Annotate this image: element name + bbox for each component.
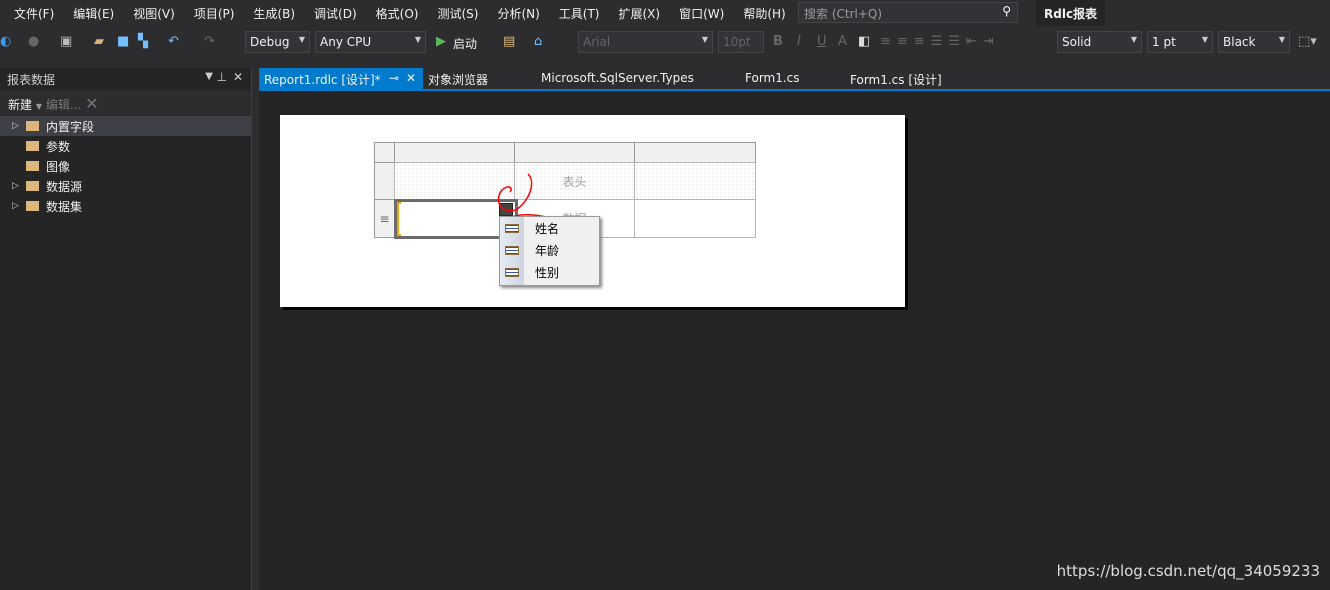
new-project-icon[interactable]: ▣ [60, 34, 72, 49]
save-all-icon[interactable]: ▚ [138, 34, 148, 49]
selection-marker [397, 202, 401, 236]
tab-report1-design[interactable]: Report1.rdlc [设计]* ⊸ ✕ [259, 68, 423, 89]
folder-icon [26, 121, 39, 131]
tree-label: 内置字段 [46, 119, 95, 134]
font-size-select[interactable]: 10pt [718, 31, 764, 53]
menu-project[interactable]: 项目(P) [194, 5, 235, 22]
underline-icon[interactable]: U [817, 34, 827, 49]
pin-icon[interactable]: ⊸ [389, 71, 399, 85]
tab-form1-design[interactable]: Form1.cs [设计] [845, 68, 947, 89]
menu-analyze[interactable]: 分析(N) [497, 5, 539, 22]
field-menu: 姓名 年龄 性别 [499, 216, 600, 286]
tree-item-datasets[interactable]: ▷ 数据集 [0, 196, 251, 216]
watermark: https://blog.csdn.net/qq_34059233 [1056, 562, 1320, 580]
folder-icon [26, 141, 39, 151]
tab-object-browser[interactable]: 对象浏览器 [423, 68, 493, 89]
close-tab-icon[interactable]: ✕ [406, 71, 416, 85]
app-title: Rdlc报表 [1036, 0, 1106, 26]
border-style-select[interactable]: Solid ▼ [1057, 31, 1142, 53]
table-cell[interactable] [634, 162, 756, 200]
menu-format[interactable]: 格式(O) [376, 5, 419, 22]
tree-item-data-sources[interactable]: ▷ 数据源 [0, 176, 251, 196]
menu-file[interactable]: 文件(F) [14, 5, 54, 22]
field-icon [505, 223, 519, 233]
font-select[interactable]: Arial ▼ [578, 31, 713, 53]
undo-icon[interactable]: ↶ [168, 34, 179, 49]
field-icon [505, 267, 519, 277]
panel-title: 报表数据 [7, 73, 56, 87]
expand-icon[interactable]: ▷ [12, 121, 26, 131]
config-select[interactable]: Debug ▼ [245, 31, 310, 53]
tab-form1-cs[interactable]: Form1.cs [740, 68, 805, 89]
column-handle[interactable] [514, 142, 635, 163]
save-icon[interactable]: ■ [117, 34, 129, 49]
column-handle[interactable] [634, 142, 756, 163]
report-icon[interactable]: ⌂ [534, 34, 542, 49]
start-button[interactable]: 启动 [453, 35, 477, 52]
italic-icon[interactable]: I [797, 34, 801, 49]
tree-view: ▷ 内置字段 参数 图像 ▷ 数据源 ▷ 数据集 [0, 116, 251, 216]
tab-sqlserver-types[interactable]: Microsoft.SqlServer.Types [536, 68, 699, 89]
tree-label: 数据集 [46, 199, 83, 214]
new-button[interactable]: 新建 [8, 98, 32, 112]
field-menu-item-gender[interactable]: 性别 [500, 261, 599, 283]
pin-icon[interactable]: ⊥ [217, 70, 227, 84]
menu-debug[interactable]: 调试(D) [314, 5, 357, 22]
menu-build[interactable]: 生成(B) [253, 5, 295, 22]
panel-header: 报表数据 ▼ ⊥ ✕ [0, 68, 251, 90]
folder-icon [26, 161, 39, 171]
tree-item-images[interactable]: 图像 [0, 156, 251, 176]
menu-view[interactable]: 视图(V) [133, 5, 175, 22]
align-icons[interactable]: ≡≡≡☰☰⇤⇥ [880, 34, 1000, 49]
menu-bar: 文件(F) 编辑(E) 视图(V) 项目(P) 生成(B) 调试(D) 格式(O… [0, 0, 1330, 26]
find-icon[interactable]: ▤ [503, 34, 515, 49]
border-color-select[interactable]: Black ▼ [1218, 31, 1290, 53]
menu-help[interactable]: 帮助(H) [743, 5, 785, 22]
close-icon[interactable]: ✕ [233, 70, 243, 84]
table-cell[interactable] [634, 199, 756, 238]
menu-edit[interactable]: 编辑(E) [73, 5, 114, 22]
open-icon[interactable]: ▰ [94, 34, 104, 49]
document-tabs: Report1.rdlc [设计]* ⊸ ✕ 对象浏览器 Microsoft.Sql… [259, 68, 1330, 90]
menu-test[interactable]: 测试(S) [437, 5, 478, 22]
tree-item-parameters[interactable]: 参数 [0, 136, 251, 156]
dropdown-icon[interactable]: ▼ [205, 71, 213, 82]
folder-icon [26, 181, 39, 191]
folder-icon [26, 201, 39, 211]
expand-icon[interactable]: ▷ [12, 201, 26, 211]
panel-toolbar: 新建 ▼ 编辑... ✕ [0, 90, 251, 116]
font-color-icon[interactable]: A [838, 34, 847, 49]
field-menu-item-age[interactable]: 年龄 [500, 239, 599, 261]
fill-icon[interactable]: ◧ [858, 34, 870, 49]
menu-extensions[interactable]: 扩展(X) [618, 5, 660, 22]
delete-icon[interactable]: ✕ [85, 94, 98, 113]
edit-button[interactable]: 编辑... [46, 98, 81, 112]
redo-icon[interactable]: ↷ [204, 34, 215, 49]
tree-label: 数据源 [46, 179, 83, 194]
menu-tools[interactable]: 工具(T) [559, 5, 600, 22]
platform-select[interactable]: Any CPU ▼ [315, 31, 426, 53]
tree-label: 图像 [46, 159, 71, 174]
bold-icon[interactable]: B [773, 34, 783, 49]
column-handle[interactable] [394, 142, 515, 163]
toolbar: ◐ ● ▣ ▰ ■ ▚ ↶ ↷ Debug ▼ Any CPU ▼ ▶ 启动 ▤ ⌂… [0, 28, 1330, 56]
table-corner-handle[interactable] [374, 142, 395, 163]
row-handle[interactable] [374, 162, 395, 200]
field-icon [505, 245, 519, 255]
back-icon[interactable]: ◐ [0, 34, 11, 49]
field-menu-item-name[interactable]: 姓名 [500, 217, 599, 239]
border-width-select[interactable]: 1 pt ▼ [1147, 31, 1213, 53]
tree-label: 参数 [46, 139, 71, 154]
borders-icon[interactable]: ⬚▾ [1298, 34, 1317, 49]
start-icon[interactable]: ▶ [436, 34, 446, 49]
forward-icon[interactable]: ● [28, 34, 39, 49]
row-handle-details[interactable]: ≡ [374, 199, 395, 238]
expand-icon[interactable]: ▷ [12, 181, 26, 191]
tree-item-builtin-fields[interactable]: ▷ 内置字段 [0, 116, 251, 136]
report-data-panel: 报表数据 ▼ ⊥ ✕ 新建 ▼ 编辑... ✕ ▷ 内置字段 参数 图像 ▷ 数据源… [0, 68, 252, 590]
menu-window[interactable]: 窗口(W) [679, 5, 724, 22]
search-icon: ⚲ [1002, 4, 1011, 18]
search-input[interactable]: 搜索 (Ctrl+Q) ⚲ [798, 2, 1018, 23]
search-placeholder: 搜索 (Ctrl+Q) [804, 7, 883, 21]
